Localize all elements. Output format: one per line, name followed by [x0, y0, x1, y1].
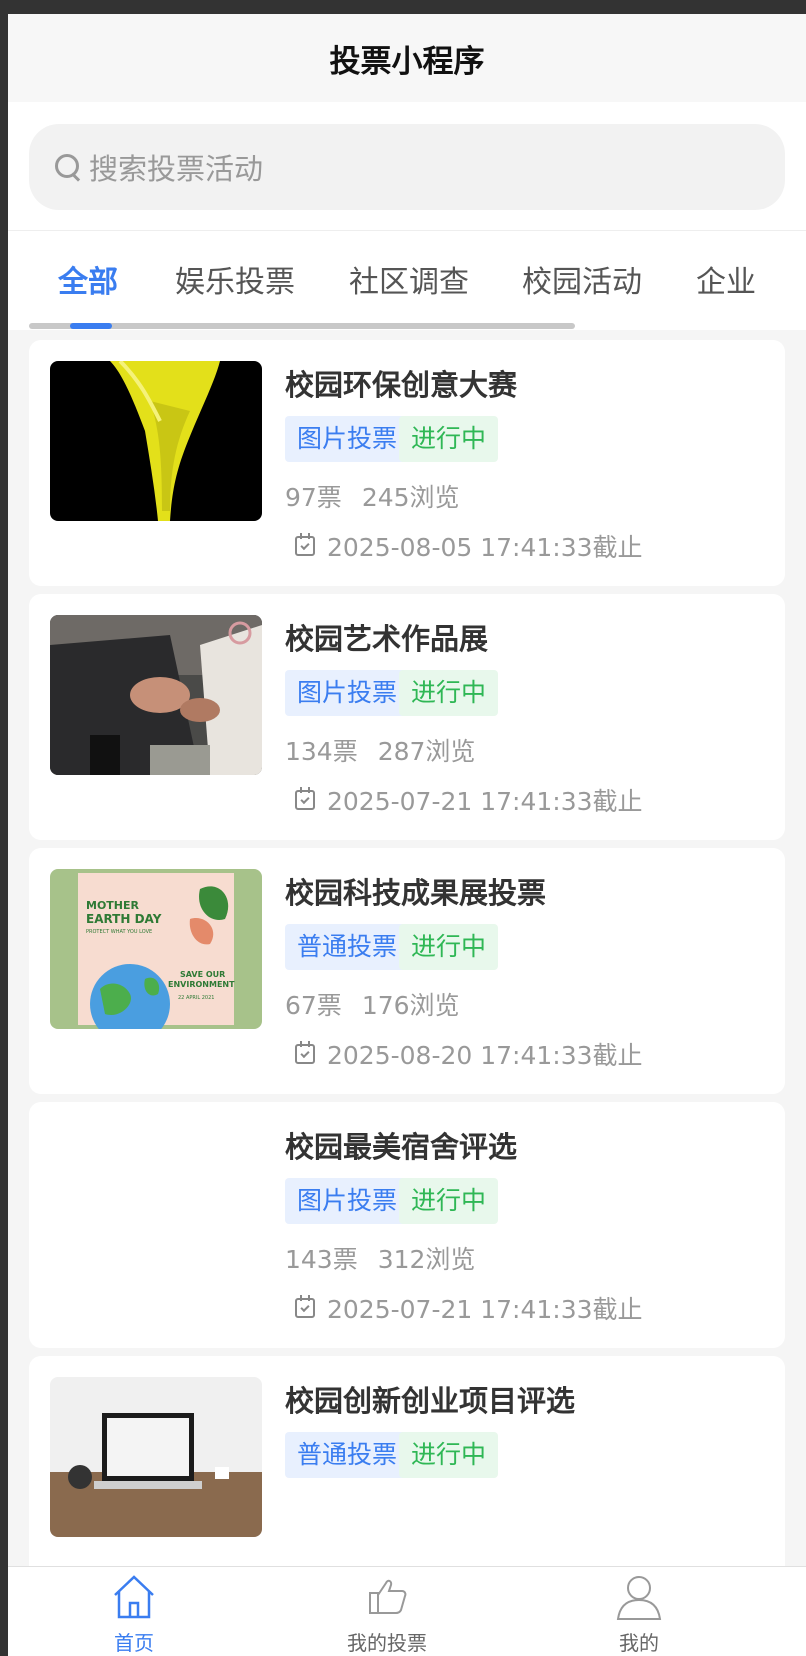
svg-text:22 APRIL 2021: 22 APRIL 2021 — [178, 995, 214, 1001]
view-count: 176浏览 — [361, 991, 460, 1020]
vote-count: 97票 — [285, 483, 342, 512]
card-title: 校园创新创业项目评选 — [285, 1384, 576, 1418]
search-input[interactable]: 搜索投票活动 — [29, 124, 785, 210]
card-title: 校园科技成果展投票 — [285, 876, 547, 910]
vote-type-tag: 普通投票 — [285, 924, 410, 970]
card-stats: 97票 245浏览 — [285, 478, 460, 514]
user-icon — [616, 1576, 662, 1620]
tabbar-home[interactable]: 首页 — [54, 1571, 214, 1656]
calendar-check-icon — [295, 533, 315, 556]
card-stats: 134票 287浏览 — [285, 732, 475, 768]
search-icon — [53, 152, 83, 182]
tab-community-survey[interactable]: 社区调查 — [349, 257, 469, 301]
vote-card[interactable]: 校园艺术作品展 图片投票 进行中 134票 287浏览 2025-07-21 17… — [29, 594, 785, 840]
view-count: 312浏览 — [377, 1245, 476, 1274]
card-title: 校园艺术作品展 — [285, 622, 489, 656]
tab-all[interactable]: 全部 — [58, 257, 118, 301]
tab-active-indicator — [70, 323, 112, 329]
status-badge: 进行中 — [399, 1178, 499, 1224]
card-title: 校园最美宿舍评选 — [285, 1130, 518, 1164]
deadline-text: 2025-07-21 17:41:33截止 — [327, 787, 643, 816]
status-badge: 进行中 — [399, 670, 499, 716]
view-count: 245浏览 — [361, 483, 460, 512]
deadline-text: 2025-08-05 17:41:33截止 — [327, 533, 643, 562]
card-thumbnail — [50, 361, 262, 521]
search-placeholder: 搜索投票活动 — [89, 152, 264, 186]
vote-type-tag: 图片投票 — [285, 416, 410, 462]
card-stats: 143票 312浏览 — [285, 1240, 475, 1276]
svg-text:EARTH DAY: EARTH DAY — [86, 912, 162, 926]
vote-card[interactable]: 校园最美宿舍评选 图片投票 进行中 143票 312浏览 2025-07-21 1… — [29, 1102, 785, 1348]
home-icon — [114, 1575, 154, 1619]
card-deadline: 2025-07-21 17:41:33截止 — [295, 1290, 643, 1326]
tab-campus-activity[interactable]: 校园活动 — [522, 257, 642, 301]
card-thumbnail — [50, 1377, 262, 1537]
status-badge: 进行中 — [399, 1432, 499, 1478]
status-badge: 进行中 — [399, 416, 499, 462]
tabbar-mine[interactable]: 我的 — [559, 1571, 719, 1656]
phone-screen: 投票小程序 搜索投票活动 全部 娱乐投票 社区调查 校园活动 企业 校园环保创意… — [8, 14, 806, 1656]
card-deadline: 2025-08-05 17:41:33截止 — [295, 528, 643, 564]
card-deadline: 2025-08-20 17:41:33截止 — [295, 1036, 643, 1072]
calendar-check-icon — [295, 1041, 315, 1064]
tabbar-my-votes[interactable]: 我的投票 — [307, 1571, 467, 1656]
svg-text:ENVIRONMENT: ENVIRONMENT — [168, 980, 235, 989]
vote-count: 143票 — [285, 1245, 358, 1274]
tab-enterprise[interactable]: 企业 — [696, 257, 756, 301]
vote-count: 134票 — [285, 737, 358, 766]
tabbar-label: 我的 — [619, 1631, 659, 1655]
tabbar-label: 我的投票 — [347, 1631, 427, 1655]
vote-count: 67票 — [285, 991, 342, 1020]
calendar-check-icon — [295, 787, 315, 810]
svg-text:SAVE OUR: SAVE OUR — [180, 970, 225, 979]
bottom-tab-bar: 首页 我的投票 我的 — [8, 1566, 806, 1656]
nav-bar: 投票小程序 — [8, 14, 806, 102]
view-count: 287浏览 — [377, 737, 476, 766]
search-section: 搜索投票活动 — [8, 102, 806, 230]
card-thumbnail — [50, 615, 262, 775]
card-thumbnail — [50, 1123, 262, 1283]
page-title: 投票小程序 — [329, 43, 485, 80]
card-title: 校园环保创意大赛 — [285, 368, 518, 402]
vote-card[interactable]: MOTHER EARTH DAY PROTECT WHAT YOU LOVE S… — [29, 848, 785, 1094]
thumbs-up-icon — [369, 1579, 407, 1614]
vote-type-tag: 普通投票 — [285, 1432, 410, 1478]
vote-card[interactable]: 校园环保创意大赛 图片投票 进行中 97票 245浏览 2025-08-05 17… — [29, 340, 785, 586]
category-tabs: 全部 娱乐投票 社区调查 校园活动 企业 — [8, 230, 806, 330]
calendar-check-icon — [295, 1295, 315, 1318]
svg-text:MOTHER: MOTHER — [86, 899, 140, 912]
card-deadline: 2025-07-21 17:41:33截止 — [295, 782, 643, 818]
tabbar-label: 首页 — [114, 1631, 154, 1655]
vote-type-tag: 图片投票 — [285, 670, 410, 716]
deadline-text: 2025-07-21 17:41:33截止 — [327, 1295, 643, 1324]
svg-text:PROTECT WHAT YOU LOVE: PROTECT WHAT YOU LOVE — [86, 929, 152, 935]
card-thumbnail: MOTHER EARTH DAY PROTECT WHAT YOU LOVE S… — [50, 869, 262, 1029]
deadline-text: 2025-08-20 17:41:33截止 — [327, 1041, 643, 1070]
tab-entertainment[interactable]: 娱乐投票 — [175, 257, 295, 301]
vote-type-tag: 图片投票 — [285, 1178, 410, 1224]
card-stats: 67票 176浏览 — [285, 986, 460, 1022]
status-badge: 进行中 — [399, 924, 499, 970]
